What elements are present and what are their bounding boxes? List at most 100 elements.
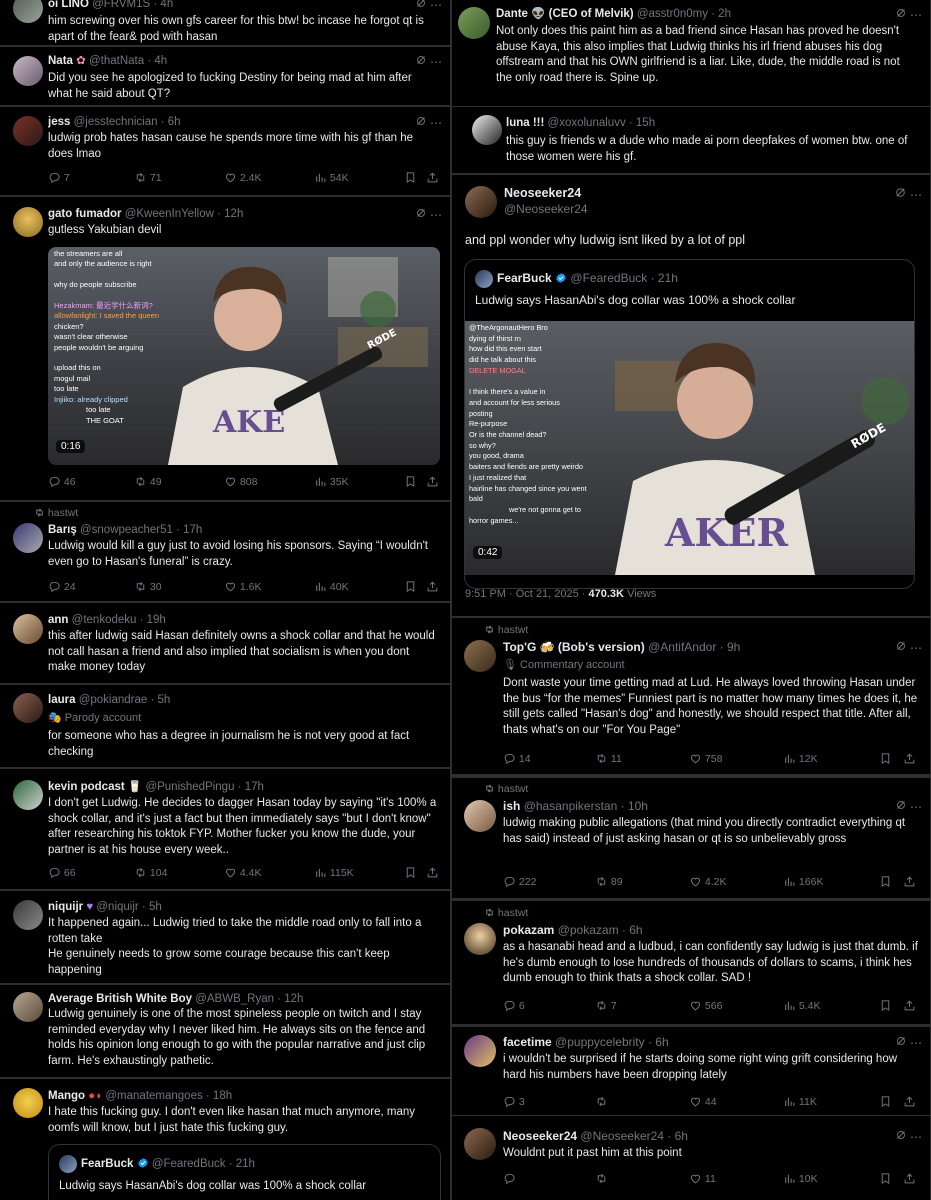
- bookmark-icon[interactable]: [404, 171, 417, 187]
- post-card[interactable]: luna !!! @xoxolunaluvv · 15h this guy is…: [452, 107, 930, 173]
- display-name[interactable]: FearBuck: [497, 271, 552, 285]
- repost-button[interactable]: 89: [595, 875, 623, 888]
- grok-icon[interactable]: ⋯: [890, 1129, 922, 1144]
- repost-button[interactable]: 104: [134, 866, 167, 879]
- grok-icon[interactable]: ⋯: [890, 7, 922, 22]
- bookmark-icon[interactable]: [879, 999, 892, 1015]
- avatar[interactable]: [13, 900, 43, 930]
- views-button[interactable]: 40K: [314, 580, 349, 593]
- views-button[interactable]: 115K: [314, 866, 354, 879]
- avatar[interactable]: [472, 115, 502, 145]
- display-name[interactable]: ann: [48, 614, 68, 626]
- post-card[interactable]: niquijr ♥ @niquijr · 5h It happened agai…: [0, 891, 450, 983]
- bookmark-icon[interactable]: [404, 580, 417, 596]
- display-name[interactable]: niquijr: [48, 901, 83, 913]
- repost-button[interactable]: 11: [595, 752, 622, 765]
- avatar[interactable]: [59, 1155, 77, 1173]
- avatar[interactable]: [13, 693, 43, 723]
- repost-button[interactable]: 71: [134, 171, 162, 184]
- bookmark-icon[interactable]: [879, 1095, 892, 1111]
- grok-icon[interactable]: ⋯: [410, 0, 442, 12]
- post-card[interactable]: ann @tenkodeku · 19h this after ludwig s…: [0, 603, 450, 683]
- views-button[interactable]: 54K: [314, 171, 349, 184]
- share-icon[interactable]: [903, 875, 916, 891]
- avatar[interactable]: [464, 923, 496, 955]
- like-button[interactable]: 2.4K: [224, 171, 262, 184]
- reply-button[interactable]: 14: [503, 752, 531, 765]
- reply-button[interactable]: 24: [48, 580, 76, 593]
- video-player[interactable]: AKE RØDE the streamers are all and only t…: [48, 247, 440, 465]
- post-card[interactable]: hastwt Top'G 🍻 (Bob's version) @AntifAnd…: [452, 618, 930, 774]
- bookmark-icon[interactable]: [879, 752, 892, 768]
- share-icon[interactable]: [426, 866, 439, 882]
- views-button[interactable]: 166K: [783, 875, 823, 888]
- share-icon[interactable]: [903, 1172, 916, 1188]
- avatar[interactable]: [464, 640, 496, 672]
- display-name[interactable]: jess: [48, 116, 70, 128]
- like-button[interactable]: 758: [689, 752, 722, 765]
- grok-icon[interactable]: ⋯: [410, 207, 442, 222]
- post-card[interactable]: hastwt ish @hasanpikerstan · 10h ⋯ ludwi…: [452, 778, 930, 898]
- avatar[interactable]: [458, 7, 490, 39]
- grok-icon[interactable]: ⋯: [890, 640, 922, 655]
- avatar[interactable]: [13, 780, 43, 810]
- reply-button[interactable]: 222: [503, 875, 536, 888]
- display-name[interactable]: oi LINO: [48, 0, 89, 10]
- like-button[interactable]: 44: [689, 1095, 717, 1108]
- display-name[interactable]: luna !!!: [506, 117, 544, 129]
- display-name[interactable]: Nata: [48, 55, 73, 67]
- views-button[interactable]: 11K: [783, 1095, 817, 1108]
- display-name[interactable]: Dante 👽 (CEO of Melvik): [496, 8, 634, 20]
- like-button[interactable]: 1.6K: [224, 580, 262, 593]
- repost-button[interactable]: [595, 1095, 608, 1108]
- share-icon[interactable]: [426, 580, 439, 596]
- share-icon[interactable]: [426, 475, 439, 491]
- like-button[interactable]: 4.2K: [689, 875, 727, 888]
- avatar[interactable]: [13, 523, 43, 553]
- post-card[interactable]: Dante 👽 (CEO of Melvik) @asstr0n0my · 2h…: [452, 0, 930, 106]
- post-card[interactable]: kevin podcast 🥛 @PunishedPingu · 17h I d…: [0, 769, 450, 889]
- reply-button[interactable]: 6: [503, 999, 525, 1012]
- display-name[interactable]: Mango: [48, 1090, 85, 1102]
- reply-button[interactable]: 46: [48, 475, 76, 488]
- reply-button[interactable]: [503, 1172, 516, 1185]
- avatar[interactable]: [13, 207, 43, 237]
- post-card[interactable]: Mango ●◗ @manatemangoes · 18h I hate thi…: [0, 1079, 450, 1200]
- bookmark-icon[interactable]: [879, 1172, 892, 1188]
- post-card[interactable]: jess @jesstechnician · 6h ⋯ ludwig prob …: [0, 107, 450, 195]
- share-icon[interactable]: [903, 1095, 916, 1111]
- grok-icon[interactable]: ⋯: [410, 115, 442, 130]
- display-name[interactable]: Average British White Boy: [48, 993, 192, 1005]
- avatar[interactable]: [464, 1035, 496, 1067]
- quoted-post[interactable]: FearBuck @FearedBuck · 21h Ludwig says H…: [48, 1144, 441, 1200]
- quoted-post[interactable]: FearBuck @FearedBuck · 21h Ludwig says H…: [464, 259, 915, 589]
- grok-icon[interactable]: ⋯: [889, 186, 922, 201]
- post-card[interactable]: oi LINO @FRVM1S · 4h ⋯ him screwing over…: [0, 0, 450, 45]
- display-name[interactable]: Neoseeker24: [504, 186, 581, 200]
- repost-button[interactable]: 49: [134, 475, 162, 488]
- like-button[interactable]: 808: [224, 475, 257, 488]
- avatar[interactable]: [13, 992, 43, 1022]
- display-name[interactable]: kevin podcast: [48, 781, 125, 793]
- avatar[interactable]: [475, 270, 493, 288]
- bookmark-icon[interactable]: [404, 475, 417, 491]
- share-icon[interactable]: [903, 999, 916, 1015]
- avatar[interactable]: [464, 800, 496, 832]
- display-name[interactable]: Barış: [48, 524, 77, 536]
- repost-button[interactable]: [595, 1172, 608, 1185]
- post-card[interactable]: Average British White Boy @ABWB_Ryan · 1…: [0, 985, 450, 1077]
- share-icon[interactable]: [903, 752, 916, 768]
- display-name[interactable]: gato fumador: [48, 208, 121, 220]
- grok-icon[interactable]: ⋯: [890, 799, 922, 814]
- avatar[interactable]: [464, 1128, 496, 1160]
- display-name[interactable]: laura: [48, 694, 76, 706]
- display-name[interactable]: Top'G 🍻 (Bob's version): [503, 640, 645, 654]
- share-icon[interactable]: [426, 171, 439, 187]
- video-player[interactable]: AKER RØDE @TheArgonautHero Bro dying of t…: [465, 321, 914, 575]
- display-name[interactable]: FearBuck: [81, 1158, 133, 1170]
- like-button[interactable]: 11: [689, 1172, 716, 1185]
- display-name[interactable]: ish: [503, 799, 520, 813]
- avatar[interactable]: [13, 0, 43, 23]
- display-name[interactable]: pokazam: [503, 923, 554, 937]
- avatar[interactable]: [13, 614, 43, 644]
